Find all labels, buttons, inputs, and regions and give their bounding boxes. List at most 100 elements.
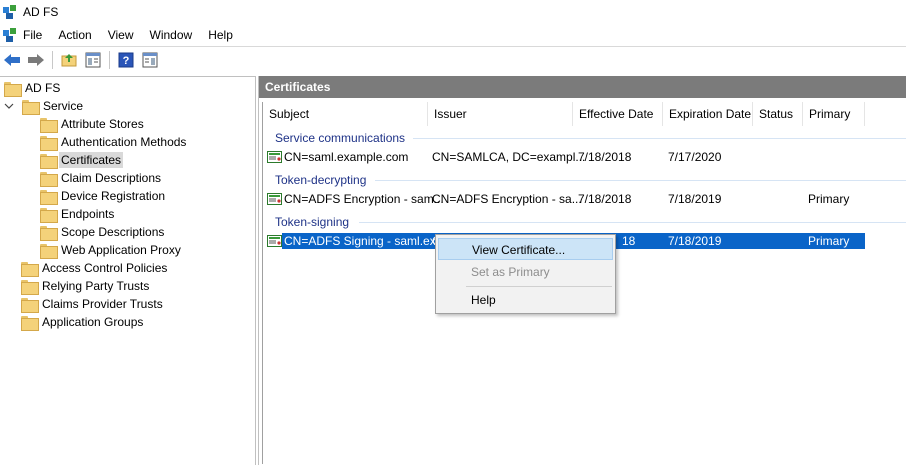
cell-expiration-date: 7/18/2019: [668, 234, 722, 248]
cell-effective-date: 7/18/2018: [578, 192, 632, 206]
folder-icon: [40, 171, 58, 187]
menu-item-help[interactable]: Help: [438, 289, 613, 311]
cell-issuer: CN=ADFS Encryption - sa...: [432, 192, 582, 206]
folder-icon: [40, 225, 58, 241]
forward-icon: [28, 53, 44, 66]
back-button[interactable]: [2, 50, 22, 70]
toolbar-separator: [52, 50, 53, 69]
console-tree: AD FS Service Attribute Stores Authentic…: [0, 76, 256, 465]
folder-icon: [40, 243, 58, 259]
tree-item-relying-party-trusts[interactable]: Relying Party Trusts: [21, 277, 151, 295]
menu-action[interactable]: Action: [52, 24, 101, 46]
cell-effective-date: 7/18/2018: [578, 150, 632, 164]
help-button[interactable]: ?: [116, 50, 136, 70]
group-header-token-signing[interactable]: Token-signing: [275, 215, 349, 229]
show-hide-tree-button[interactable]: [83, 50, 103, 70]
cell-issuer: CN=SAMLCA, DC=exampl...: [432, 150, 586, 164]
column-header-subject[interactable]: Subject: [263, 102, 428, 126]
console-icon[interactable]: [2, 27, 18, 43]
certificate-icon: [267, 151, 282, 163]
tree-item-label: Attribute Stores: [61, 117, 144, 131]
chevron-down-icon[interactable]: [4, 101, 14, 111]
tree-item-label: Claim Descriptions: [61, 171, 162, 185]
tree-item-label: Web Application Proxy: [61, 243, 181, 257]
tree-item-label: Claims Provider Trusts: [42, 297, 163, 311]
cell-primary: Primary: [808, 234, 850, 248]
tree-item-application-groups[interactable]: Application Groups: [21, 313, 145, 331]
folder-icon: [40, 135, 58, 151]
pane-title: Certificates: [259, 76, 906, 98]
folder-icon: [40, 117, 58, 133]
column-header-issuer[interactable]: Issuer: [428, 102, 573, 126]
tree-item-access-control-policies[interactable]: Access Control Policies: [21, 259, 169, 277]
help-icon: ?: [118, 52, 134, 67]
tree-item-label: Relying Party Trusts: [42, 279, 150, 293]
adfs-app-icon: [3, 5, 16, 19]
tree-item-attribute-stores[interactable]: Attribute Stores: [40, 115, 146, 133]
tree-item-label: Scope Descriptions: [61, 225, 165, 239]
up-folder-icon: [61, 53, 77, 66]
tree-item-service[interactable]: Service: [4, 97, 85, 115]
tree-item-label: Access Control Policies: [42, 261, 168, 275]
folder-icon: [21, 261, 39, 277]
menu-file[interactable]: File: [18, 24, 52, 46]
menu-help[interactable]: Help: [202, 24, 243, 46]
tree-item-device-registration[interactable]: Device Registration: [40, 187, 167, 205]
tree-item-label: Authentication Methods: [61, 135, 187, 149]
menu-view[interactable]: View: [102, 24, 144, 46]
tree-item-adfs[interactable]: AD FS: [4, 79, 62, 97]
cell-subject: CN=ADFS Signing - saml.ex...: [284, 234, 446, 248]
tree-item-claims-provider-trusts[interactable]: Claims Provider Trusts: [21, 295, 165, 313]
column-header-primary[interactable]: Primary: [803, 102, 865, 126]
menu-item-view-certificate[interactable]: View Certificate...: [438, 238, 613, 260]
properties-icon: [142, 52, 158, 67]
group-divider: [359, 222, 906, 223]
up-folder-button[interactable]: [59, 50, 79, 70]
menu-item-set-as-primary: Set as Primary: [471, 265, 550, 279]
tree-item-web-application-proxy[interactable]: Web Application Proxy: [40, 241, 183, 259]
tree-item-endpoints[interactable]: Endpoints: [40, 205, 116, 223]
folder-icon: [4, 81, 22, 97]
folder-icon: [21, 297, 39, 313]
cell-expiration-date: 7/18/2019: [668, 192, 722, 206]
folder-icon: [21, 315, 39, 331]
group-header-service-communications[interactable]: Service communications: [275, 131, 405, 145]
group-header-token-decrypting[interactable]: Token-decrypting: [275, 173, 366, 187]
cell-expiration-date: 7/17/2020: [668, 150, 722, 164]
tree-item-label: Application Groups: [42, 315, 144, 329]
folder-icon: [22, 99, 40, 115]
cell-effective-date: 18: [622, 234, 636, 248]
column-header-expiration-date[interactable]: Expiration Date: [663, 102, 753, 126]
context-menu: View Certificate... Set as Primary Help: [435, 234, 616, 314]
svg-text:?: ?: [123, 55, 130, 67]
menu-separator: [466, 286, 612, 287]
toolbar: ?: [0, 46, 906, 72]
folder-icon: [40, 207, 58, 223]
properties-button[interactable]: [140, 50, 160, 70]
tree-item-authentication-methods[interactable]: Authentication Methods: [40, 133, 188, 151]
tree-item-certificates[interactable]: Certificates: [40, 151, 124, 169]
tree-item-label: Service: [43, 99, 84, 113]
back-icon: [4, 53, 20, 66]
folder-icon: [40, 189, 58, 205]
menu-window[interactable]: Window: [144, 24, 203, 46]
show-hide-tree-icon: [85, 52, 101, 67]
folder-icon: [21, 279, 39, 295]
tree-item-label: AD FS: [25, 81, 61, 95]
forward-button[interactable]: [26, 50, 46, 70]
column-header-effective-date[interactable]: Effective Date: [573, 102, 663, 126]
group-divider: [375, 180, 906, 181]
title-bar: AD FS: [0, 0, 906, 24]
toolbar-separator: [109, 50, 110, 69]
cell-subject: CN=saml.example.com: [284, 150, 409, 164]
tree-item-label: Endpoints: [61, 207, 115, 221]
tree-item-label: Certificates: [59, 152, 124, 168]
tree-item-claim-descriptions[interactable]: Claim Descriptions: [40, 169, 163, 187]
tree-item-label: Device Registration: [61, 189, 166, 203]
certificate-icon: [267, 193, 282, 205]
column-header-status[interactable]: Status: [753, 102, 803, 126]
cell-subject: CN=ADFS Encryption - sam...: [284, 192, 444, 206]
tree-item-scope-descriptions[interactable]: Scope Descriptions: [40, 223, 166, 241]
certificate-icon: [267, 235, 282, 247]
folder-open-icon: [40, 153, 58, 169]
